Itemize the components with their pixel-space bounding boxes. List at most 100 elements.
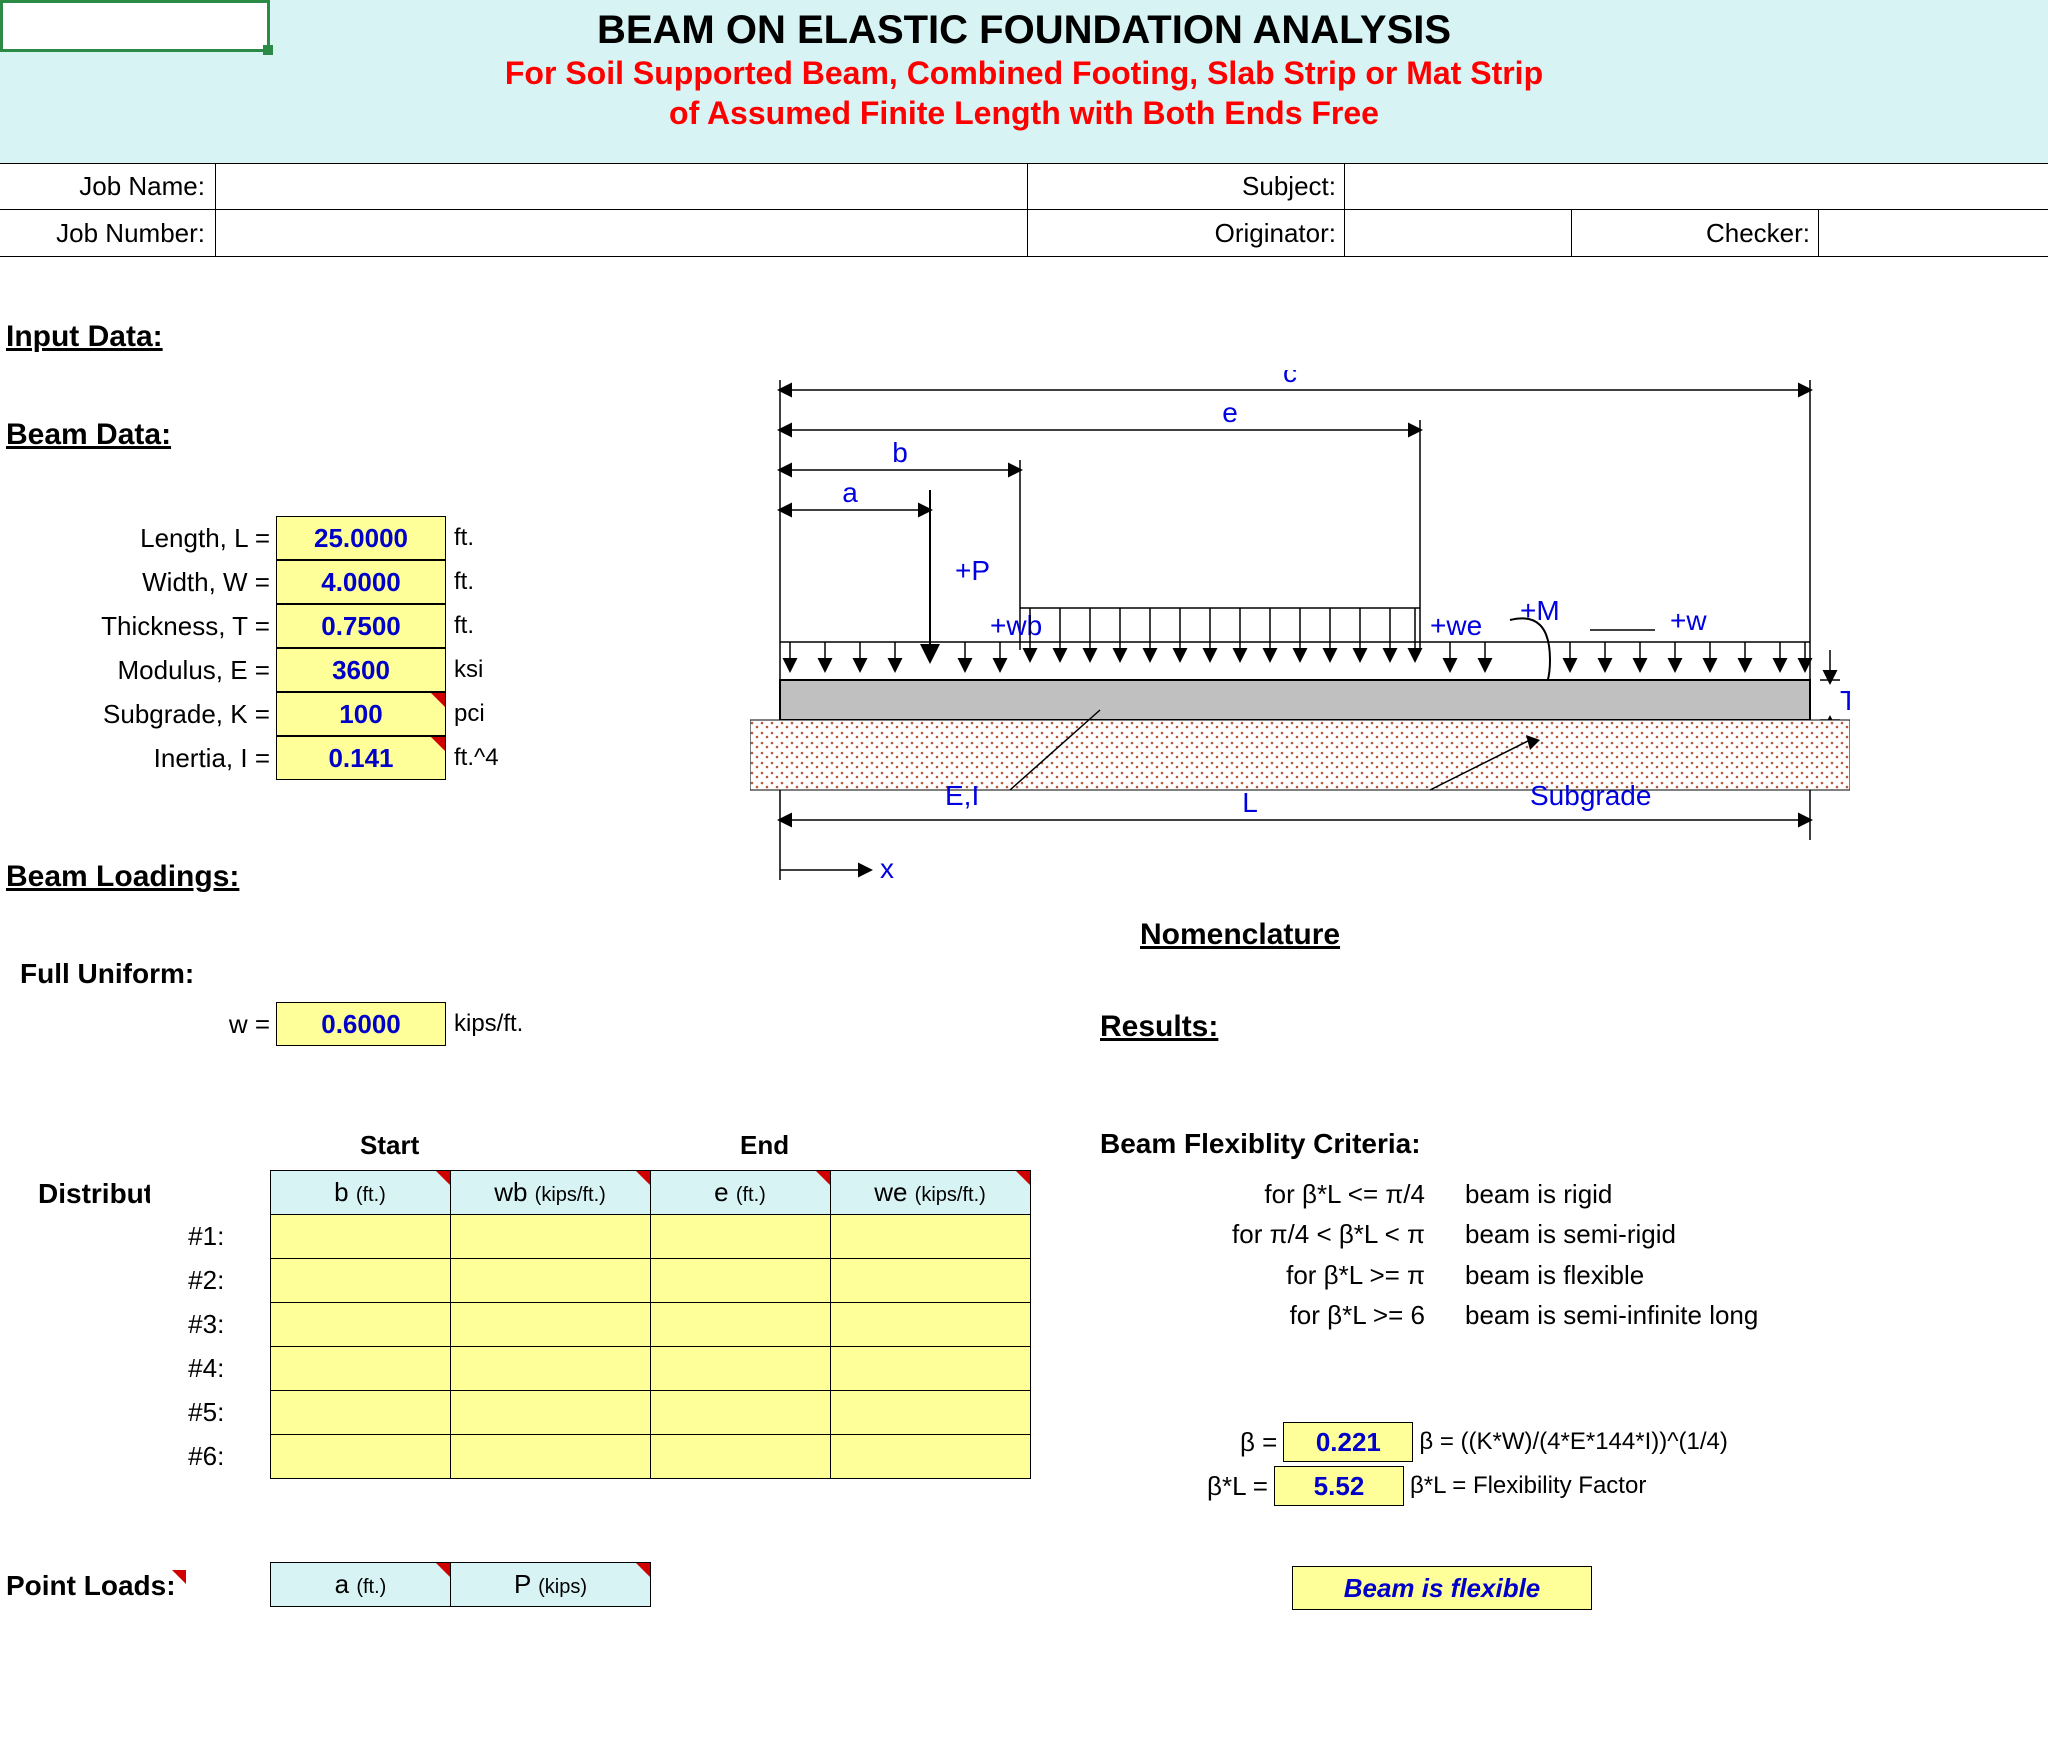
beam-loadings-heading: Beam Loadings: <box>6 860 239 894</box>
beta-row: β = 0.221 β = ((K*W)/(4*E*144*I))^(1/4) <box>1240 1422 1728 1462</box>
beta-formula: β = ((K*W)/(4*E*144*I))^(1/4) <box>1419 1428 1727 1456</box>
fill-handle-icon[interactable] <box>263 45 273 55</box>
dist-row-2-label: #2: <box>150 1259 270 1303</box>
subgrade-label: Subgrade, K = <box>0 699 276 730</box>
flex-conclusion: Beam is flexible <box>1292 1566 1592 1610</box>
length-label: Length, L = <box>0 523 276 554</box>
dist-r2-b[interactable] <box>270 1259 450 1303</box>
thickness-input[interactable]: 0.7500 <box>276 604 446 648</box>
svg-text:T: T <box>1840 685 1850 716</box>
job-name-value[interactable] <box>216 163 1028 209</box>
thickness-label: Thickness, T = <box>0 611 276 642</box>
subtitle-1: For Soil Supported Beam, Combined Footin… <box>0 53 2048 93</box>
dist-row-1-label: #1: <box>150 1215 270 1259</box>
dist-r5-e[interactable] <box>650 1391 830 1435</box>
width-input[interactable]: 4.0000 <box>276 560 446 604</box>
flex-criteria-list: for β*L <= π/4beam is rigid for π/4 < β*… <box>1120 1174 1758 1335</box>
results-heading: Results: <box>1100 1010 1218 1044</box>
thickness-unit: ft. <box>446 612 474 640</box>
modulus-unit: ksi <box>446 656 483 684</box>
dist-r6-e[interactable] <box>650 1435 830 1479</box>
checker-value[interactable] <box>1819 210 2048 256</box>
subgrade-input[interactable]: 100 <box>276 692 446 736</box>
dist-r4-we[interactable] <box>830 1347 1030 1391</box>
dist-r2-e[interactable] <box>650 1259 830 1303</box>
dist-start-label: Start <box>360 1130 419 1161</box>
length-input[interactable]: 25.0000 <box>276 516 446 560</box>
inertia-unit: ft.^4 <box>446 744 499 772</box>
width-label: Width, W = <box>0 567 276 598</box>
dist-r4-e[interactable] <box>650 1347 830 1391</box>
dist-we-header: we (kips/ft.) <box>830 1171 1030 1215</box>
w-input[interactable]: 0.6000 <box>276 1002 446 1046</box>
distributed-table: b (ft.) wb (kips/ft.) e (ft.) we (kips/f… <box>150 1170 1031 1479</box>
dist-r5-wb[interactable] <box>450 1391 650 1435</box>
active-cell[interactable] <box>0 0 270 52</box>
job-number-label: Job Number: <box>0 210 216 256</box>
svg-text:+P: +P <box>955 555 990 586</box>
dist-r1-we[interactable] <box>830 1215 1030 1259</box>
dist-r5-b[interactable] <box>270 1391 450 1435</box>
dist-row-6-label: #6: <box>150 1435 270 1479</box>
dist-r1-e[interactable] <box>650 1215 830 1259</box>
betaL-row: β*L = 5.52 β*L = Flexibility Factor <box>1207 1466 1646 1506</box>
svg-text:x: x <box>880 853 894 884</box>
subtitle-2: of Assumed Finite Length with Both Ends … <box>0 93 2048 133</box>
w-label: w = <box>0 1009 276 1040</box>
length-unit: ft. <box>446 524 474 552</box>
dist-r3-we[interactable] <box>830 1303 1030 1347</box>
dist-r3-b[interactable] <box>270 1303 450 1347</box>
dist-r2-wb[interactable] <box>450 1259 650 1303</box>
dist-r2-we[interactable] <box>830 1259 1030 1303</box>
beam-diagram: c e b a +P +wb +we <box>750 370 1850 940</box>
main-title: BEAM ON ELASTIC FOUNDATION ANALYSIS <box>0 0 2048 53</box>
subject-value[interactable] <box>1345 163 2048 209</box>
beta-value: 0.221 <box>1283 1422 1413 1462</box>
dist-row-5-label: #5: <box>150 1391 270 1435</box>
dist-r5-we[interactable] <box>830 1391 1030 1435</box>
subject-label: Subject: <box>1028 163 1345 209</box>
svg-text:b: b <box>892 437 908 468</box>
job-number-value[interactable] <box>216 210 1028 256</box>
title-banner: BEAM ON ELASTIC FOUNDATION ANALYSIS For … <box>0 0 2048 164</box>
dist-b-header: b (ft.) <box>270 1171 450 1215</box>
dist-r1-wb[interactable] <box>450 1215 650 1259</box>
inertia-label: Inertia, I = <box>0 743 276 774</box>
dist-r4-b[interactable] <box>270 1347 450 1391</box>
nomenclature-heading: Nomenclature <box>1140 918 1340 952</box>
dist-wb-header: wb (kips/ft.) <box>450 1171 650 1215</box>
originator-value[interactable] <box>1345 210 1572 256</box>
dist-r3-e[interactable] <box>650 1303 830 1347</box>
dist-r3-wb[interactable] <box>450 1303 650 1347</box>
width-unit: ft. <box>446 568 474 596</box>
svg-text:+M: +M <box>1520 595 1560 626</box>
point-loads-table: a (ft.) P (kips) <box>270 1562 651 1607</box>
beta-label: β = <box>1240 1427 1277 1458</box>
svg-text:e: e <box>1222 397 1238 428</box>
svg-text:c: c <box>1283 370 1297 388</box>
job-name-label: Job Name: <box>0 163 216 209</box>
input-data-heading: Input Data: <box>6 320 163 354</box>
flex-conclusion-wrap: Beam is flexible <box>1292 1566 1592 1610</box>
dist-r4-wb[interactable] <box>450 1347 650 1391</box>
svg-text:Subgrade: Subgrade <box>1530 780 1651 811</box>
dist-r6-b[interactable] <box>270 1435 450 1479</box>
dist-r6-wb[interactable] <box>450 1435 650 1479</box>
pl-a-header: a (ft.) <box>271 1563 451 1607</box>
inertia-input[interactable]: 0.141 <box>276 736 446 780</box>
full-uniform-heading: Full Uniform: <box>20 958 2048 990</box>
modulus-input[interactable]: 3600 <box>276 648 446 692</box>
w-unit: kips/ft. <box>446 1010 523 1038</box>
svg-text:E,I: E,I <box>945 780 979 811</box>
dist-r6-we[interactable] <box>830 1435 1030 1479</box>
pl-p-header: P (kips) <box>451 1563 651 1607</box>
betaL-value: 5.52 <box>1274 1466 1404 1506</box>
dist-row-3-label: #3: <box>150 1303 270 1347</box>
betaL-label: β*L = <box>1207 1471 1268 1502</box>
dist-r1-b[interactable] <box>270 1215 450 1259</box>
svg-text:a: a <box>842 477 858 508</box>
checker-label: Checker: <box>1572 210 1819 256</box>
beam-data-heading: Beam Data: <box>6 418 171 452</box>
dist-e-header: e (ft.) <box>650 1171 830 1215</box>
originator-label: Originator: <box>1028 210 1345 256</box>
